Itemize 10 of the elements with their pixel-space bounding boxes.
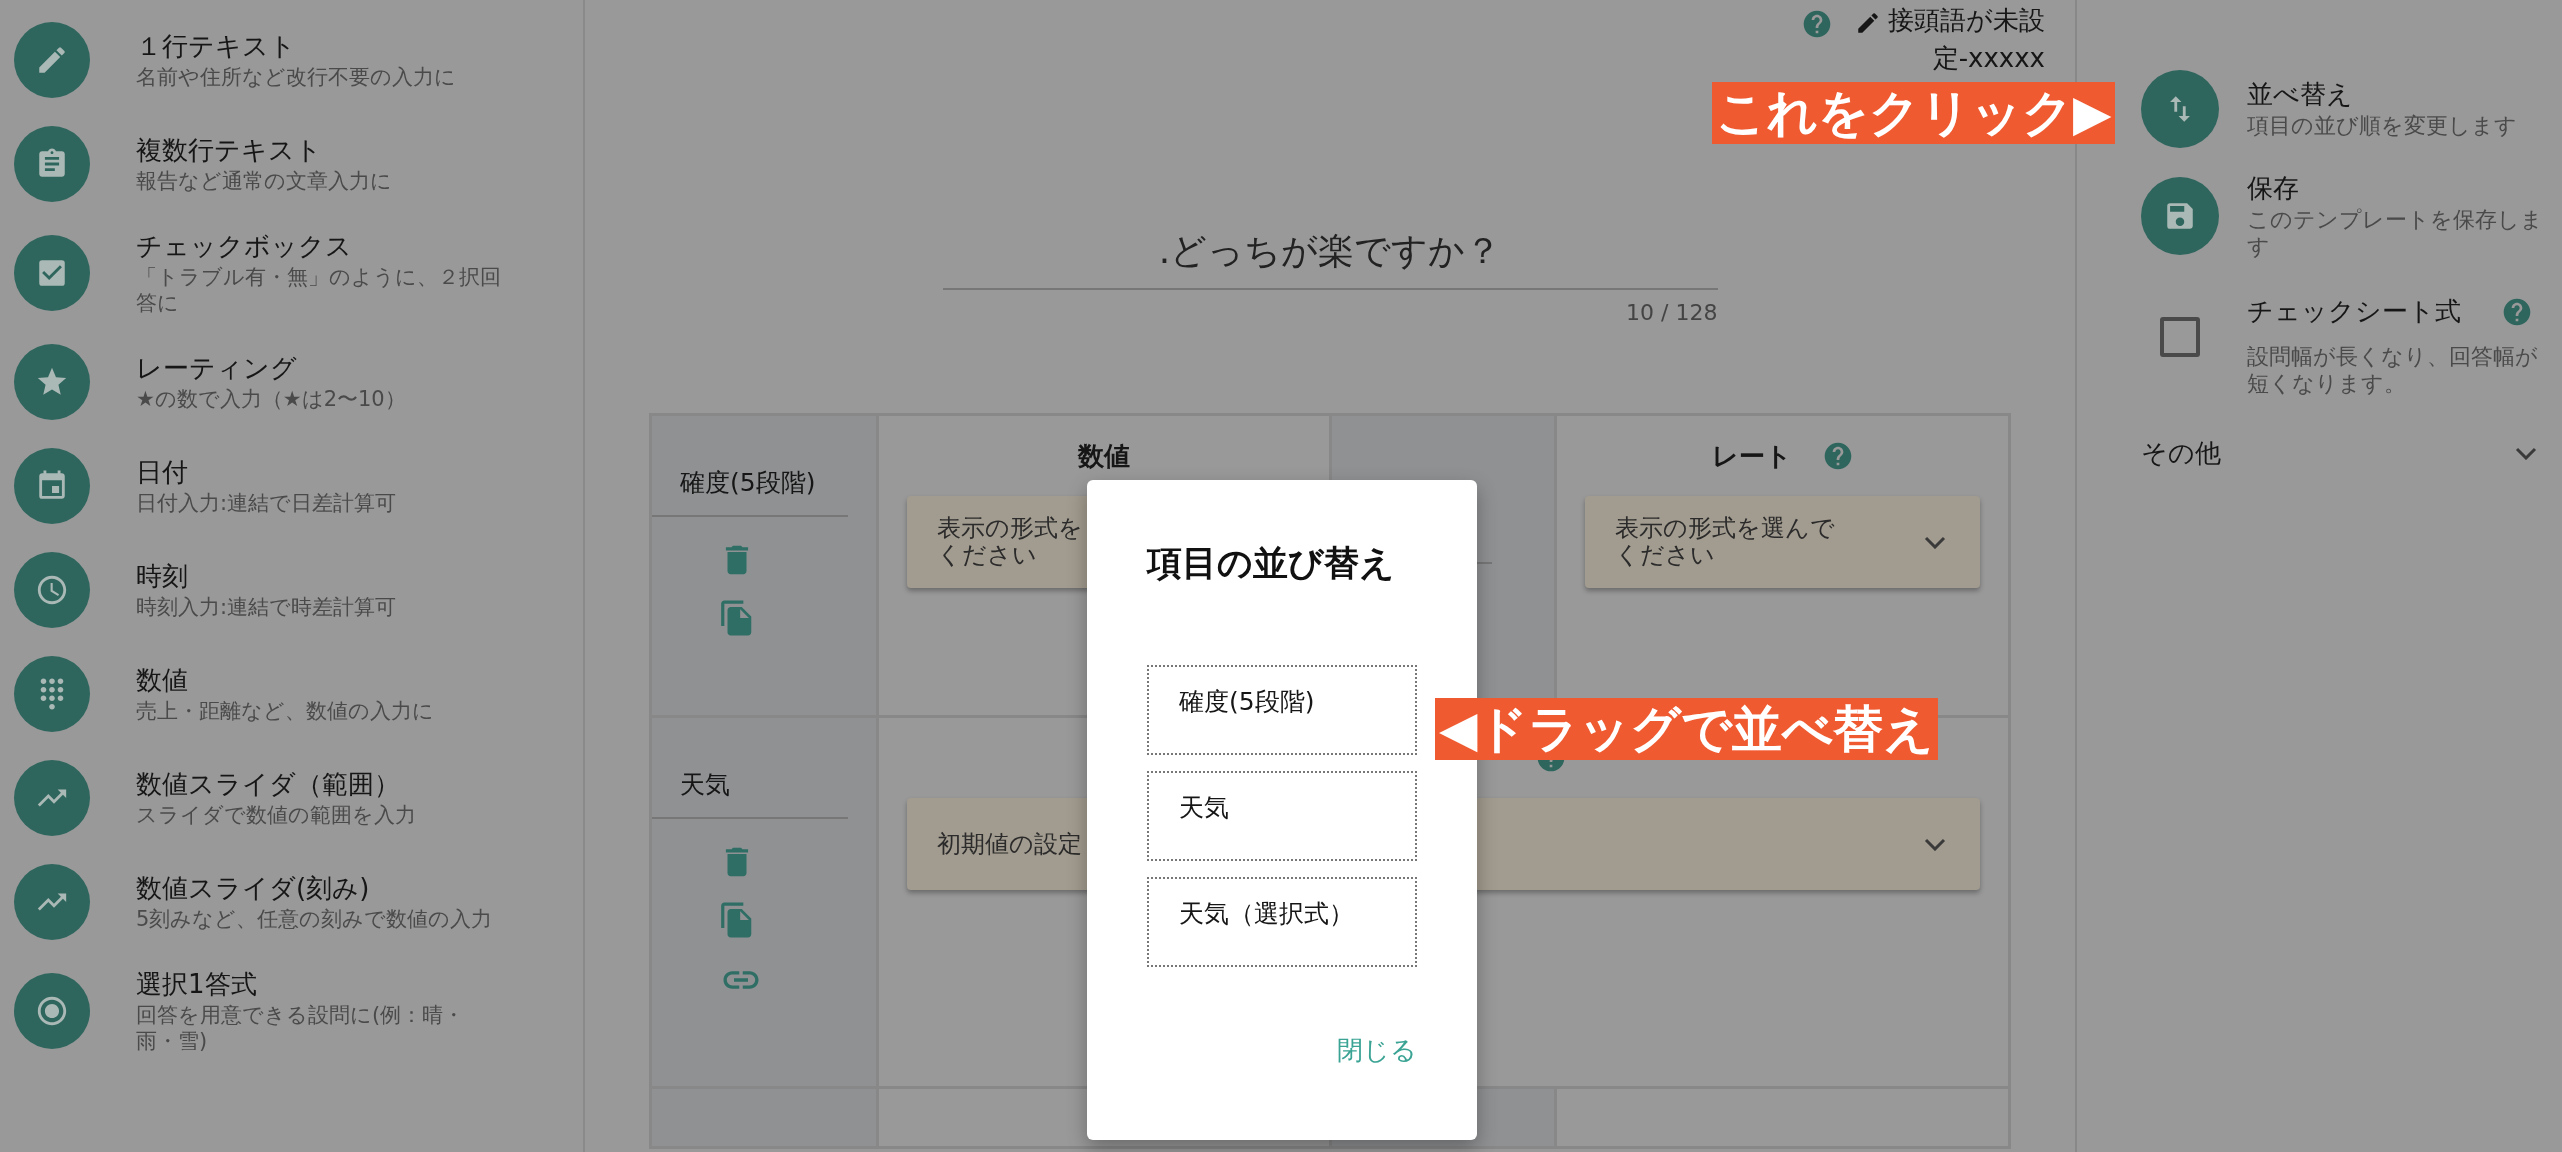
character-counter: 10 / 128 bbox=[1626, 300, 1718, 326]
column-header: レート bbox=[1711, 439, 1792, 473]
row-label: 確度(5段階) bbox=[652, 416, 848, 518]
row-label: 天気 bbox=[652, 718, 848, 820]
column-header: 数値 bbox=[1078, 439, 1130, 473]
checkbox-description: 設問幅が長くなり、回答幅が短くなります。 bbox=[2247, 342, 2539, 398]
annotation-label: ◀ドラッグで並べ替え bbox=[1435, 698, 1939, 760]
checkbox-label: チェックシート式 bbox=[2247, 294, 2461, 328]
annotation-label: これをクリック▶ bbox=[1712, 82, 2116, 144]
dialog-title: 項目の並び替え bbox=[1147, 542, 1396, 585]
